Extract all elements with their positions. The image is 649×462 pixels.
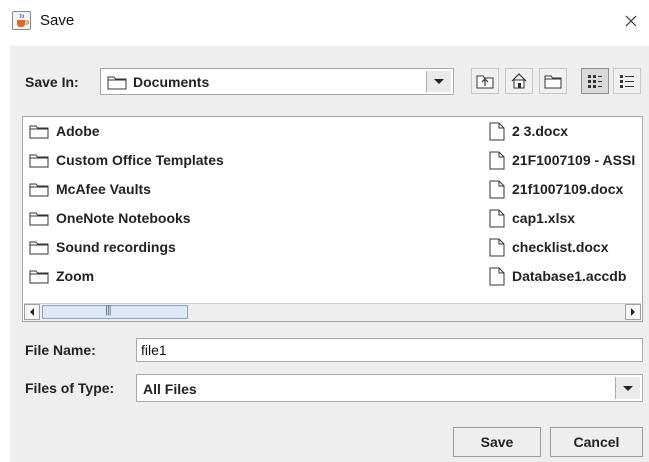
folder-icon [29,241,49,254]
scroll-grip: ||| [105,304,112,316]
file-name: checklist.docx [512,239,609,255]
list-item[interactable]: OneNote Notebooks [29,207,191,229]
file-icon [489,151,505,169]
file-type-label: Files of Type: [25,380,115,396]
close-icon [625,15,637,27]
file-name: 2 3.docx [512,123,569,139]
file-name: 21f1007109.docx [512,181,624,197]
home-button[interactable] [505,68,533,94]
file-name: 21F1007109 - ASSI [512,152,636,168]
arrow-left-icon [30,308,34,316]
folder-icon [107,76,127,90]
file-list[interactable]: Adobe Custom Office Templates McAfee Vau… [22,116,643,322]
home-icon [511,73,527,89]
folder-name: Adobe [56,123,100,139]
list-item[interactable]: 21f1007109.docx [489,178,643,200]
horizontal-scrollbar[interactable]: ||| [24,303,641,321]
save-in-dropdown-arrow[interactable] [426,71,451,92]
list-item[interactable]: Zoom [29,265,94,287]
folder-name: McAfee Vaults [56,181,151,197]
file-name-label: File Name: [25,342,96,358]
list-item[interactable]: cap1.xlsx [489,207,643,229]
file-icon [489,122,505,140]
new-folder-icon [544,75,562,89]
save-in-combo[interactable]: Documents [100,68,454,95]
folder-name: Custom Office Templates [56,152,224,168]
save-in-value: Documents [133,74,210,90]
list-item[interactable]: Custom Office Templates [29,149,224,171]
details-view-icon [620,75,634,88]
details-view-button[interactable] [613,68,641,94]
arrow-right-icon [631,308,635,316]
file-icon [489,267,505,285]
list-view-icon [588,75,602,88]
list-item[interactable]: Database1.accdb [489,265,643,287]
java-cup-icon [12,11,31,30]
scroll-thumb[interactable]: ||| [42,304,188,319]
list-item[interactable]: McAfee Vaults [29,178,151,200]
chevron-down-icon [434,79,444,84]
folder-icon [29,154,49,167]
file-type-dropdown-arrow[interactable] [615,377,640,399]
file-icon [489,238,505,256]
window-title: Save [40,12,75,29]
list-item[interactable]: checklist.docx [489,236,643,258]
list-item[interactable]: 21F1007109 - ASSI [489,149,643,171]
title-bar: Save [0,0,649,46]
file-type-value: All Files [143,381,197,397]
folder-icon [29,212,49,225]
file-name-input[interactable] [136,338,643,362]
cancel-button[interactable]: Cancel [550,427,643,457]
up-one-level-icon [476,75,494,89]
chevron-down-icon [623,386,633,391]
list-item[interactable]: 2 3.docx [489,120,643,142]
save-button[interactable]: Save [453,427,541,457]
up-one-level-button[interactable] [471,68,499,94]
folder-name: OneNote Notebooks [56,210,191,226]
new-folder-button[interactable] [539,68,567,94]
folder-icon [29,125,49,138]
folder-name: Zoom [56,268,95,284]
save-in-label: Save In: [25,74,79,90]
folder-icon [29,183,49,196]
list-item[interactable]: Adobe [29,120,100,142]
file-name: cap1.xlsx [512,210,576,226]
folder-icon [29,270,49,283]
close-button[interactable] [617,7,645,35]
file-icon [489,209,505,227]
file-type-combo[interactable]: All Files [136,374,643,402]
scroll-left-button[interactable] [24,304,40,320]
file-icon [489,180,505,198]
folder-name: Sound recordings [56,239,176,255]
list-item[interactable]: Sound recordings [29,236,176,258]
list-view-button[interactable] [581,68,609,94]
file-name: Database1.accdb [512,268,627,284]
dialog-body: Save In: Documents Adobe Custom Office T… [10,46,649,462]
scroll-right-button[interactable] [625,304,641,320]
